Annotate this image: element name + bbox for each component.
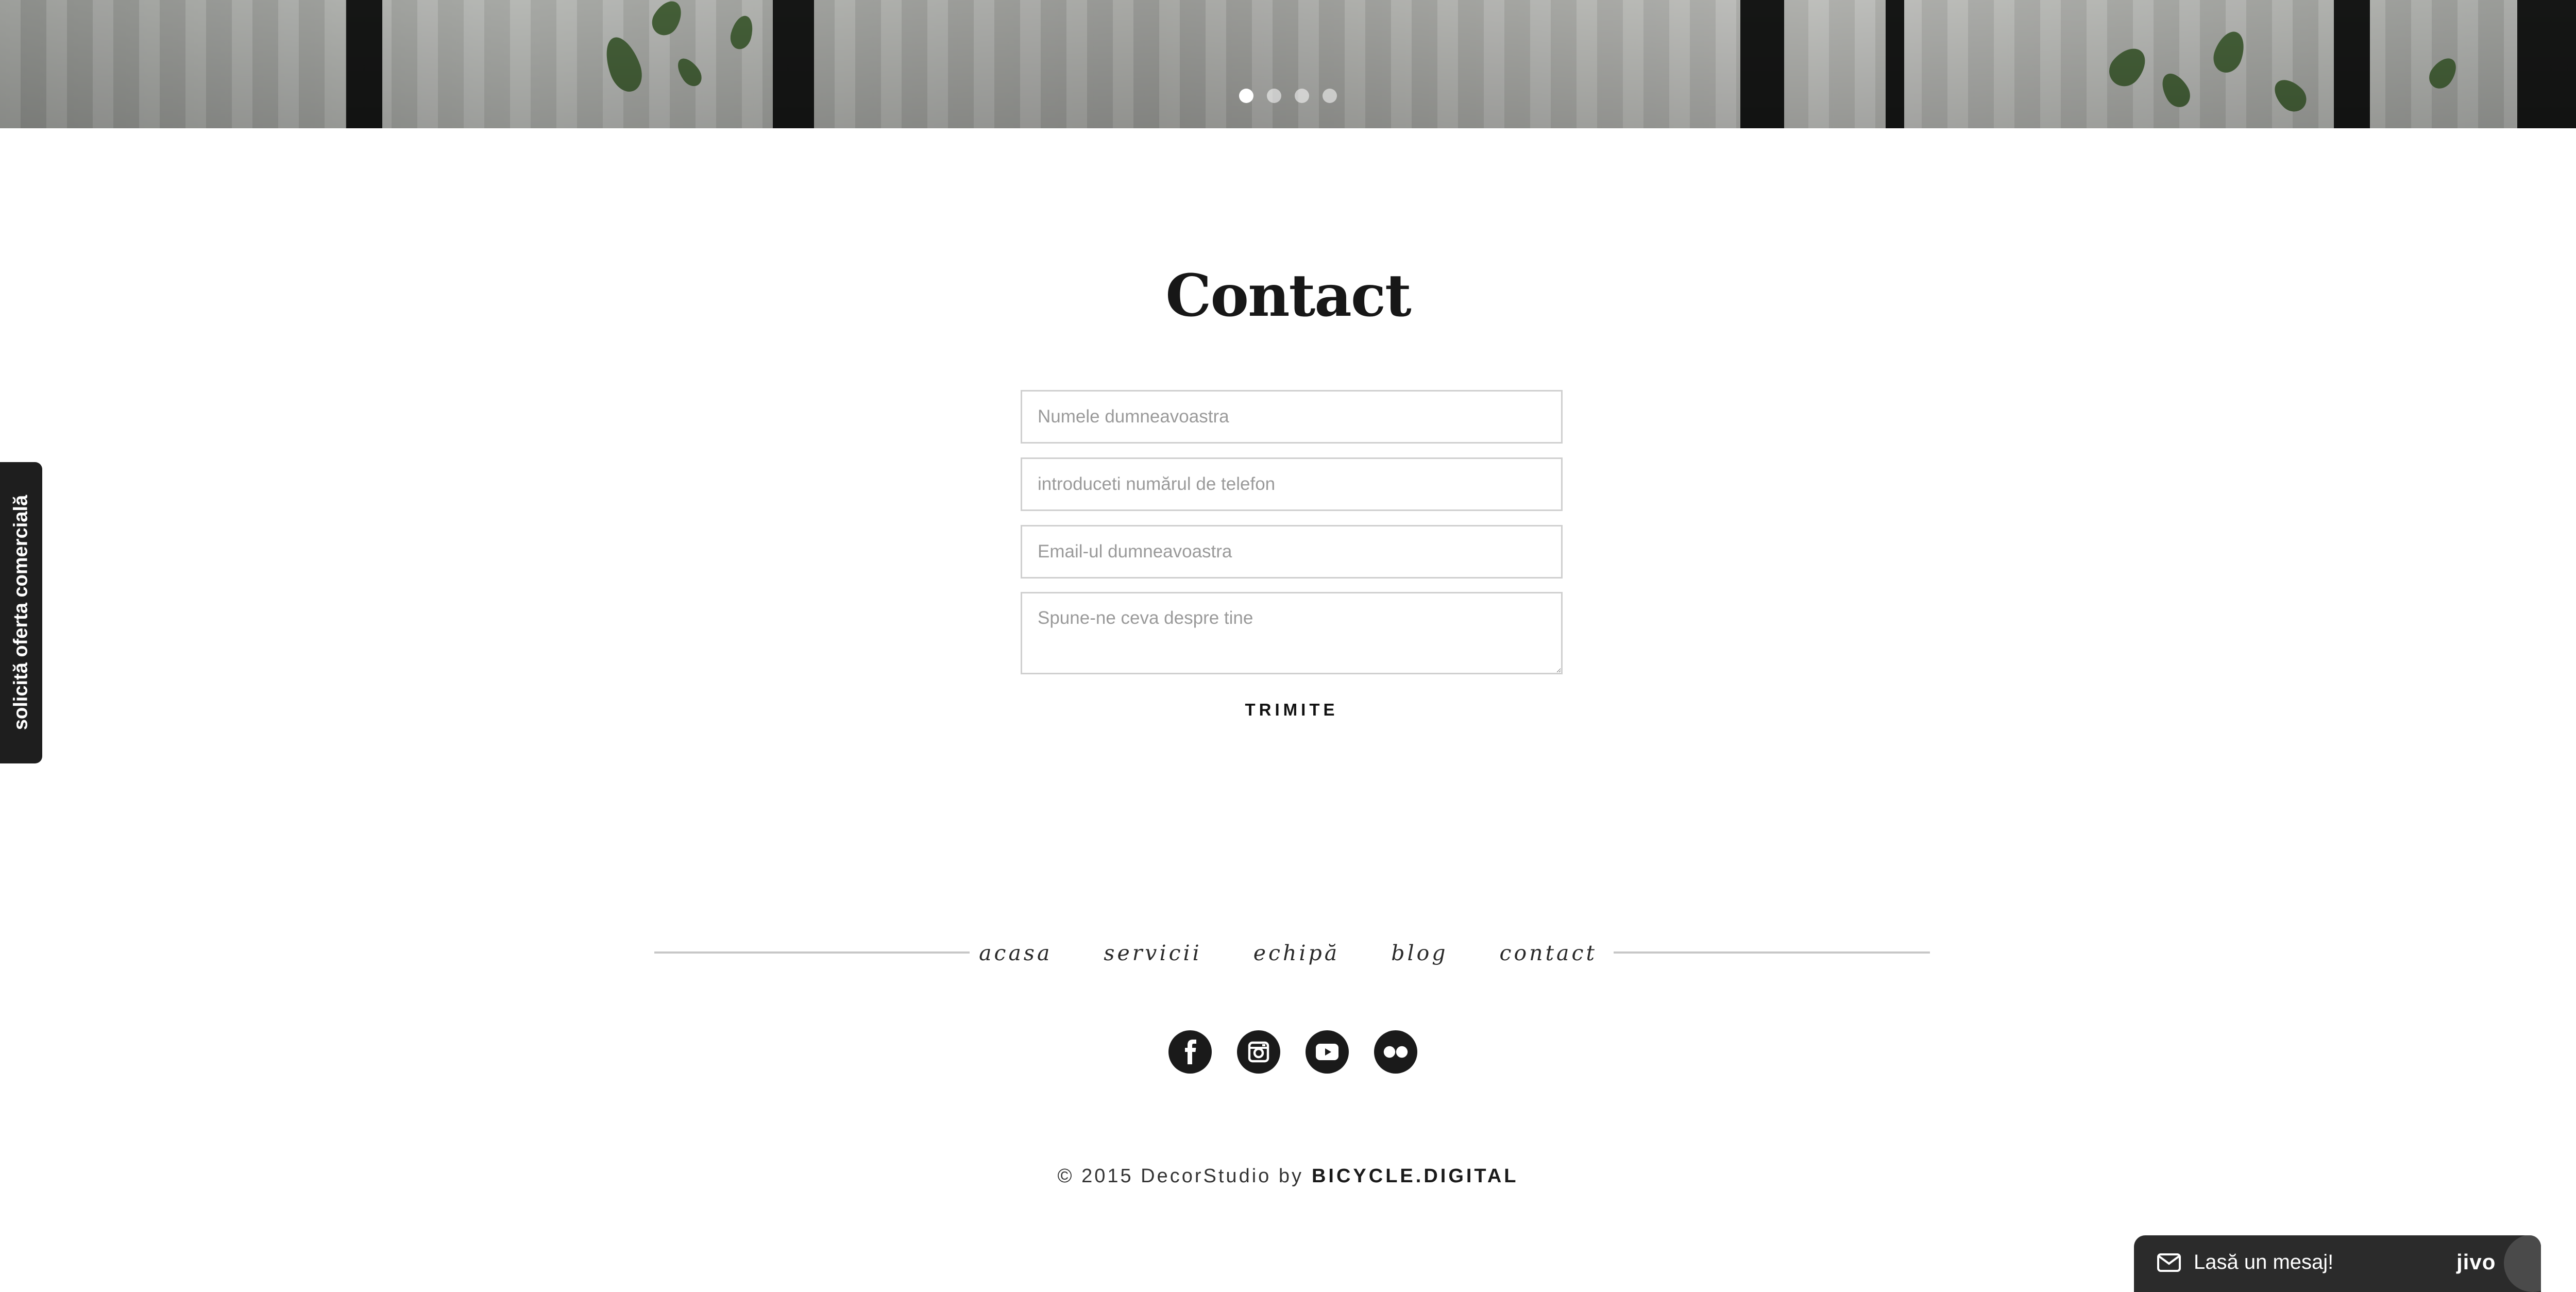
- flickr-link[interactable]: [1374, 1030, 1417, 1074]
- footer-divider-left: [654, 951, 970, 954]
- agency-link[interactable]: BICYCLE.DIGITAL: [1312, 1165, 1519, 1187]
- footer-nav-servicii[interactable]: servicii: [1104, 941, 1201, 965]
- copyright-text: © 2015 DecorStudio by: [1057, 1165, 1303, 1187]
- facebook-link[interactable]: [1168, 1030, 1212, 1074]
- footer-nav-blog[interactable]: blog: [1391, 941, 1448, 965]
- slider-dot-3[interactable]: [1295, 89, 1309, 103]
- footer-nav-echipa[interactable]: echipă: [1253, 941, 1340, 965]
- instagram-icon: [1248, 1041, 1269, 1063]
- submit-button[interactable]: TRIMITE: [1185, 694, 1398, 725]
- chat-message-label: Lasă un mesaj!: [2194, 1251, 2334, 1273]
- youtube-link[interactable]: [1306, 1030, 1349, 1074]
- name-input[interactable]: [1021, 390, 1563, 444]
- social-links: [1168, 1030, 1417, 1074]
- hero-slider: [0, 0, 2576, 128]
- copyright: © 2015 DecorStudio by BICYCLE.DIGITAL: [979, 1165, 1597, 1187]
- phone-input[interactable]: [1021, 457, 1563, 511]
- flickr-icon: [1383, 1046, 1408, 1058]
- hero-overlay: [0, 0, 2576, 128]
- footer-divider-right: [1614, 951, 1930, 954]
- footer-nav: acasa servicii echipă blog contact: [969, 936, 1607, 970]
- footer-nav-contact[interactable]: contact: [1500, 941, 1597, 965]
- slider-dot-2[interactable]: [1267, 89, 1281, 103]
- request-offer-tab[interactable]: solicită oferta comercială: [0, 462, 42, 763]
- request-offer-label: solicită oferta comercială: [10, 495, 32, 730]
- contact-title: Contact: [1165, 262, 1412, 330]
- envelope-icon: [2157, 1253, 2181, 1272]
- instagram-link[interactable]: [1237, 1030, 1280, 1074]
- youtube-icon: [1316, 1044, 1338, 1060]
- email-input[interactable]: [1021, 525, 1563, 579]
- facebook-icon: [1185, 1040, 1196, 1064]
- slider-dot-1[interactable]: [1239, 89, 1253, 103]
- slider-dot-4[interactable]: [1323, 89, 1337, 103]
- footer-nav-acasa[interactable]: acasa: [979, 941, 1052, 965]
- slider-pagination: [1239, 89, 1337, 103]
- jivo-logo: jivo: [2456, 1250, 2496, 1274]
- chat-widget[interactable]: Lasă un mesaj! jivo: [2134, 1235, 2541, 1292]
- chat-corner-decoration: [2504, 1235, 2541, 1292]
- message-textarea[interactable]: [1021, 592, 1563, 674]
